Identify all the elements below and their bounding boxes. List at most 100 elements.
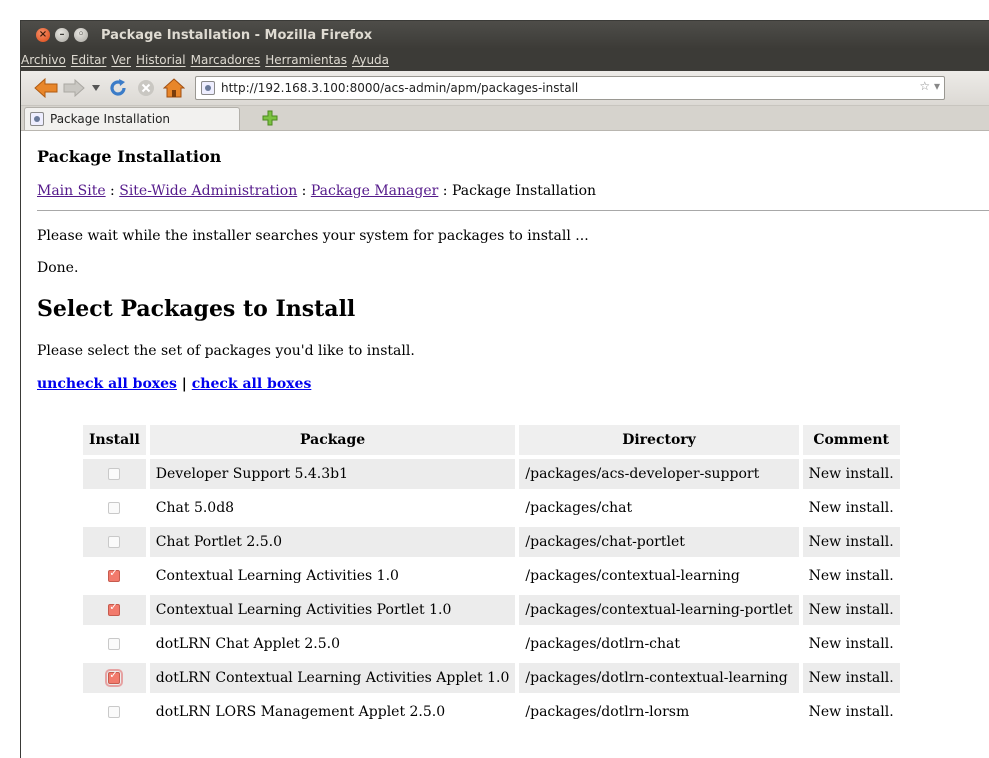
done-message: Done.	[37, 260, 79, 276]
install-checkbox[interactable]	[108, 638, 121, 650]
comment-cell: New install.	[808, 636, 894, 652]
tab-package-installation[interactable]: Package Installation	[24, 107, 240, 130]
title-bar: × – ◦ Package Installation - Mozilla Fir…	[21, 21, 989, 49]
breadcrumb-package-manager[interactable]: Package Manager	[311, 183, 439, 199]
home-button[interactable]	[161, 75, 187, 101]
breadcrumb-separator: :	[438, 183, 452, 199]
wait-message: Please wait while the installer searches…	[37, 228, 589, 244]
directory-cell: /packages/dotlrn-lorsm	[525, 704, 690, 720]
comment-cell: New install.	[802, 595, 900, 625]
install-checkbox[interactable]	[105, 669, 124, 687]
close-window-button[interactable]: ×	[36, 28, 50, 42]
column-header-package: Package	[149, 425, 516, 455]
column-header-install: Install	[83, 425, 146, 455]
tab-page-icon	[30, 112, 44, 126]
comment-cell: New install.	[808, 568, 894, 584]
back-arrow-icon	[34, 78, 58, 98]
comment-cell: New install.	[808, 500, 894, 516]
install-cell	[83, 493, 146, 523]
table-header-row: Install Package Directory Comment	[83, 425, 900, 455]
maximize-window-button[interactable]: ◦	[74, 28, 88, 42]
package-cell: dotLRN LORS Management Applet 2.5.0	[155, 704, 446, 720]
menu-editar[interactable]: Editar	[71, 53, 111, 67]
comment-cell: New install.	[802, 663, 900, 693]
history-dropdown[interactable]	[89, 75, 103, 101]
directory-cell: /packages/contextual-learning	[525, 568, 740, 584]
plus-icon	[262, 110, 278, 126]
directory-cell: /packages/contextual-learning-portlet	[519, 595, 799, 625]
instructions: Please select the set of packages you'd …	[37, 343, 415, 359]
breadcrumb: Main Site : Site-Wide Administration : P…	[37, 183, 596, 199]
table-row: Chat Portlet 2.5.0/packages/chat-portlet…	[83, 527, 900, 557]
back-button[interactable]	[33, 75, 59, 101]
package-cell: Contextual Learning Activities 1.0	[155, 568, 399, 584]
breadcrumb-separator: :	[105, 183, 120, 199]
page-title: Package Installation	[37, 147, 222, 166]
window-title: Package Installation - Mozilla Firefox	[101, 27, 373, 43]
minimize-window-button[interactable]: –	[55, 28, 69, 42]
install-cell	[83, 527, 146, 557]
directory-cell: /packages/chat	[525, 500, 633, 516]
menu-historial[interactable]: Historial	[136, 53, 190, 67]
url-bar[interactable]: http://192.168.3.100:8000/acs-admin/apm/…	[195, 76, 945, 100]
install-checkbox[interactable]	[108, 706, 121, 718]
packages-table: Install Package Directory Comment Develo…	[79, 421, 904, 731]
table-row: dotLRN Contextual Learning Activities Ap…	[83, 663, 900, 693]
package-cell: dotLRN Contextual Learning Activities Ap…	[149, 663, 516, 693]
directory-cell: /packages/chat-portlet	[519, 527, 799, 557]
chevron-down-icon	[92, 85, 100, 91]
section-heading: Select Packages to Install	[37, 296, 356, 322]
stop-icon	[138, 80, 154, 96]
install-checkbox[interactable]	[108, 536, 121, 548]
table-row: Developer Support 5.4.3b1/packages/acs-d…	[83, 459, 900, 489]
navigation-toolbar: http://192.168.3.100:8000/acs-admin/apm/…	[21, 71, 989, 106]
install-cell	[83, 561, 146, 591]
install-cell	[83, 663, 146, 693]
package-cell: Contextual Learning Activities Portlet 1…	[149, 595, 516, 625]
package-cell: Chat Portlet 2.5.0	[149, 527, 516, 557]
browser-window: × – ◦ Package Installation - Mozilla Fir…	[20, 20, 989, 758]
site-identity-icon[interactable]	[201, 81, 215, 95]
reload-button[interactable]	[105, 75, 131, 101]
comment-cell: New install.	[802, 459, 900, 489]
breadcrumb-current: Package Installation	[451, 183, 597, 199]
directory-cell: /packages/dotlrn-chat	[525, 636, 680, 652]
directory-cell: /packages/dotlrn-contextual-learning	[519, 663, 799, 693]
install-checkbox[interactable]	[108, 602, 121, 616]
stop-button[interactable]	[133, 75, 159, 101]
table-row: Contextual Learning Activities Portlet 1…	[83, 595, 900, 625]
tab-bar: Package Installation	[21, 106, 989, 131]
table-row: dotLRN LORS Management Applet 2.5.0/pack…	[83, 697, 900, 727]
install-cell	[83, 697, 146, 727]
menu-marcadores[interactable]: Marcadores	[191, 53, 265, 67]
breadcrumb-main-site[interactable]: Main Site	[37, 183, 106, 199]
menu-ayuda[interactable]: Ayuda	[352, 53, 393, 67]
menu-bar: Archivo Editar Ver Historial Marcadores …	[21, 49, 989, 71]
column-header-comment: Comment	[802, 425, 900, 455]
menu-herramientas[interactable]: Herramientas	[265, 53, 351, 67]
toggle-separator: |	[176, 376, 192, 392]
bookmark-star-icon[interactable]: ☆ ▾	[919, 79, 940, 93]
install-cell	[83, 459, 146, 489]
menu-archivo[interactable]: Archivo	[21, 53, 70, 67]
install-checkbox[interactable]	[108, 502, 121, 514]
menu-ver[interactable]: Ver	[111, 53, 135, 67]
uncheck-all-link[interactable]: uncheck all boxes	[37, 376, 177, 392]
table-row: dotLRN Chat Applet 2.5.0/packages/dotlrn…	[83, 629, 900, 659]
table-row: Contextual Learning Activities 1.0/packa…	[83, 561, 900, 591]
forward-button[interactable]	[61, 75, 87, 101]
breadcrumb-site-wide-admin[interactable]: Site-Wide Administration	[119, 183, 297, 199]
package-cell: Chat 5.0d8	[155, 500, 235, 516]
checkbox-toggles: uncheck all boxes | check all boxes	[37, 376, 311, 392]
divider	[37, 210, 989, 211]
url-text: http://192.168.3.100:8000/acs-admin/apm/…	[221, 81, 579, 95]
package-cell: dotLRN Chat Applet 2.5.0	[155, 636, 340, 652]
breadcrumb-separator: :	[297, 183, 311, 199]
install-checkbox[interactable]	[108, 468, 121, 480]
comment-cell: New install.	[808, 704, 894, 720]
install-cell	[83, 595, 146, 625]
new-tab-button[interactable]	[260, 108, 280, 128]
directory-cell: /packages/acs-developer-support	[519, 459, 799, 489]
install-checkbox[interactable]	[108, 568, 121, 582]
check-all-link[interactable]: check all boxes	[192, 376, 312, 392]
